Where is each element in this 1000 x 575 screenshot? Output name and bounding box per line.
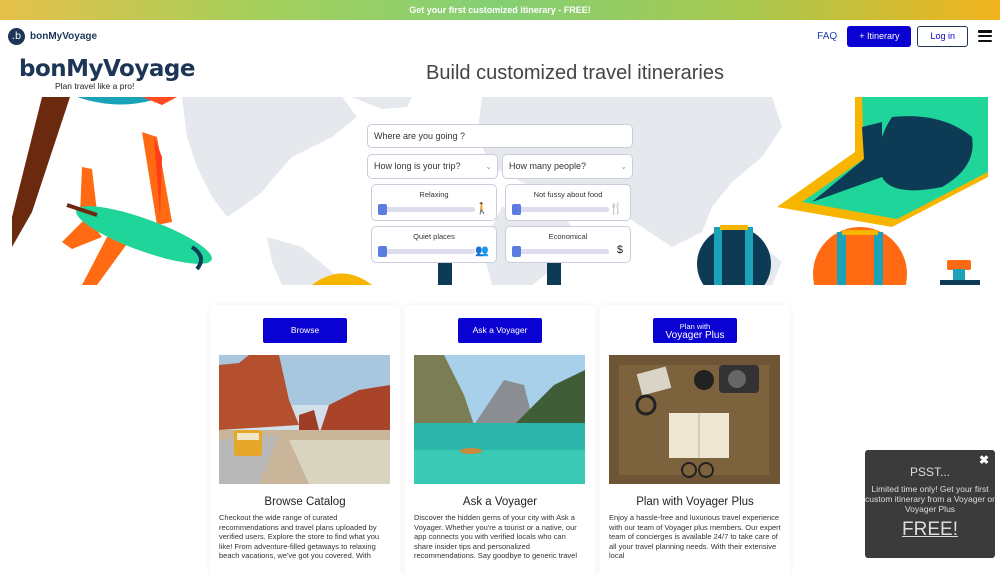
- map-board-illustration: [777, 97, 988, 227]
- brand[interactable]: .b bonMyVoyage: [8, 27, 98, 45]
- promo-popup: ✖ PSST... Limited time only! Get your fi…: [865, 450, 995, 558]
- pole-illustration: [12, 97, 70, 247]
- hot-air-balloon-illustration: [813, 227, 907, 285]
- button-line2: Voyager Plus: [665, 330, 725, 342]
- people-count-select[interactable]: How many people? ⌄: [502, 154, 633, 179]
- slider-track[interactable]: [512, 246, 609, 257]
- slider-label: Not fussy about food: [533, 190, 603, 199]
- hiking-icon: 🚶: [475, 203, 489, 215]
- slider-track[interactable]: [378, 204, 475, 215]
- login-button[interactable]: Log in: [917, 25, 968, 47]
- card-description: Checkout the wide range of curated recom…: [219, 513, 380, 561]
- trip-length-value: How long is your trip?: [374, 161, 461, 171]
- faq-link[interactable]: FAQ: [817, 31, 837, 42]
- promo-banner[interactable]: Get your first customized itinerary - FR…: [0, 0, 1000, 20]
- hot-air-balloon-illustration: [697, 225, 771, 285]
- page-title: Build customized travel itineraries: [426, 62, 724, 84]
- hero-banner: Where are you going ? How long is your t…: [12, 97, 988, 285]
- card-browse: Browse Browse Catalog Checkout the wide …: [210, 305, 400, 575]
- close-icon[interactable]: ✖: [979, 453, 989, 467]
- add-itinerary-button[interactable]: + Itinerary: [847, 25, 912, 47]
- mountain-lake-boat-photo: [414, 355, 585, 484]
- slider-thumb[interactable]: [378, 204, 387, 215]
- itinerary-search-form: Where are you going ? How long is your t…: [367, 124, 633, 263]
- card-description: Discover the hidden gems of your city wi…: [414, 513, 578, 561]
- slider-food: Not fussy about food 🍴: [505, 184, 631, 221]
- slider-thumb[interactable]: [378, 246, 387, 257]
- chevron-down-icon: ⌄: [485, 162, 492, 171]
- slider-quiet: Quiet places 👥: [371, 226, 497, 263]
- trip-length-select[interactable]: How long is your trip? ⌄: [367, 154, 498, 179]
- button-line1: Plan with: [679, 321, 711, 331]
- card-description: Enjoy a hassle-free and luxurious travel…: [609, 513, 781, 561]
- travel-desk-camera-photo: [609, 355, 780, 484]
- preference-sliders: Relaxing 🚶 Not fussy about food 🍴 Quiet …: [367, 184, 633, 263]
- slider-label: Quiet places: [413, 232, 455, 241]
- card-title: Ask a Voyager: [462, 496, 538, 508]
- free-offer-link[interactable]: FREE!: [865, 519, 995, 541]
- utensil-icon: 🍴: [609, 203, 623, 215]
- hero-header: bonMyVoyage Plan travel like a pro! Buil…: [0, 52, 1000, 97]
- card-title: Plan with Voyager Plus: [636, 496, 754, 508]
- slider-thumb[interactable]: [512, 204, 521, 215]
- card-voyager-plus: Plan with Voyager Plus Plan with Voyager…: [600, 305, 790, 575]
- plan-voyager-plus-button[interactable]: Plan with Voyager Plus: [653, 318, 737, 343]
- slider-label: Relaxing: [419, 190, 449, 199]
- slider-track[interactable]: [378, 246, 475, 257]
- feature-cards: Browse Browse Catalog Checkout the wide …: [210, 305, 790, 575]
- slider-track[interactable]: [512, 204, 609, 215]
- slider-label: Economical: [548, 232, 588, 241]
- browse-button[interactable]: Browse: [263, 318, 347, 343]
- destination-input[interactable]: Where are you going ?: [367, 124, 633, 148]
- logo-icon: .b: [8, 27, 25, 45]
- top-navigation: .b bonMyVoyage FAQ + Itinerary Log in: [0, 20, 1000, 52]
- slider-economical: Economical $: [505, 226, 631, 263]
- crowd-icon: 👥: [475, 245, 489, 257]
- nav-actions: FAQ + Itinerary Log in: [817, 25, 992, 47]
- brand-name: bonMyVoyage: [30, 30, 98, 42]
- chevron-down-icon: ⌄: [620, 162, 627, 171]
- desert-road-van-photo: [219, 355, 390, 484]
- people-count-value: How many people?: [509, 161, 587, 171]
- slider-thumb[interactable]: [512, 246, 521, 257]
- hamburger-icon[interactable]: [978, 30, 992, 42]
- card-title: Browse Catalog: [264, 496, 346, 508]
- popup-title: PSST...: [909, 465, 950, 479]
- dollar-icon: $: [616, 244, 623, 256]
- card-ask-voyager: Ask a Voyager Ask a Voyager Discover the…: [405, 305, 595, 575]
- ask-voyager-button[interactable]: Ask a Voyager: [458, 318, 542, 343]
- popup-text: Limited time only! Get your first custom…: [865, 484, 995, 514]
- slider-relaxing: Relaxing 🚶: [371, 184, 497, 221]
